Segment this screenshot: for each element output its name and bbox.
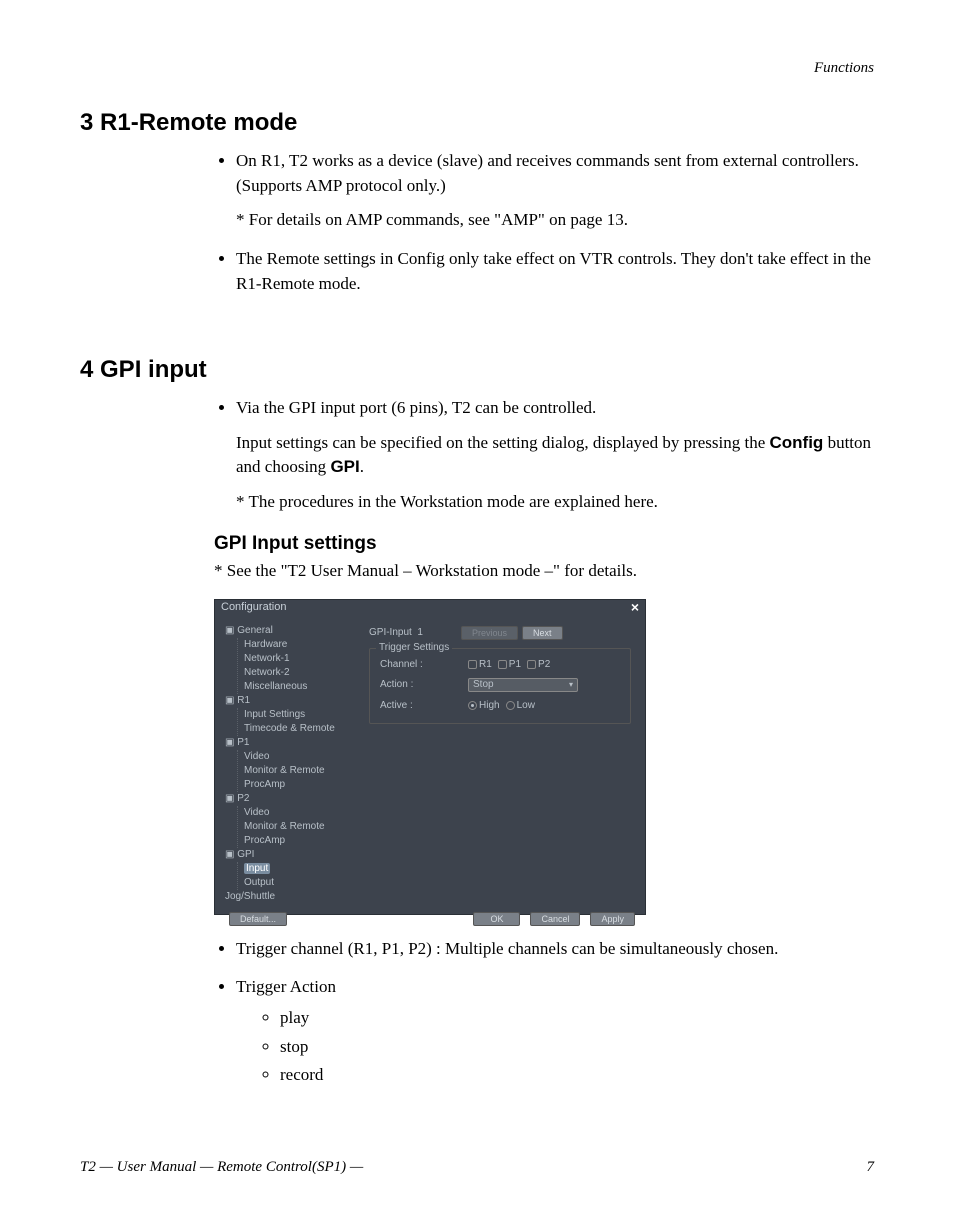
gpi-input-settings-heading: GPI Input settings [214, 533, 874, 555]
gpi-input-label: GPI-Input [369, 627, 412, 638]
chevron-down-icon: ▾ [569, 680, 573, 689]
trigger-form: GPI-Input 1 Previous Next Trigger Settin… [365, 624, 645, 904]
body-text: On R1, T2 works as a device (slave) and … [236, 151, 859, 195]
config-tree[interactable]: ▣ General Hardware Network-1 Network-2 M… [215, 624, 365, 904]
body-text: Trigger Action [236, 977, 336, 996]
after-dialog-list: Trigger channel (R1, P1, P2) : Multiple … [214, 937, 874, 1088]
tree-node-timecode[interactable]: Timecode & Remote [244, 722, 359, 736]
note-text: * For details on AMP commands, see "AMP"… [236, 208, 874, 233]
list-item: stop [280, 1035, 874, 1060]
tree-node-input-settings[interactable]: Input Settings [244, 708, 359, 722]
list-item: play [280, 1006, 874, 1031]
footer-left: T2 — User Manual — Remote Control(SP1) — [80, 1159, 363, 1176]
trigger-legend: Trigger Settings [376, 642, 452, 653]
close-icon[interactable]: × [631, 600, 639, 614]
text-run: . [360, 457, 364, 476]
tree-node-jog[interactable]: Jog/Shuttle [225, 890, 359, 904]
tree-node-p1-monitor[interactable]: Monitor & Remote [244, 764, 359, 778]
active-label: Active : [380, 700, 468, 711]
action-select[interactable]: Stop▾ [468, 678, 578, 692]
body-text: The Remote settings in Config only take … [236, 249, 871, 293]
next-button[interactable]: Next [522, 626, 563, 640]
tree-node-p1[interactable]: P1 [237, 737, 249, 748]
tree-node-gpi-input[interactable]: Input [244, 862, 359, 876]
tree-node-p2-procamp[interactable]: ProcAmp [244, 834, 359, 848]
list-item: The Remote settings in Config only take … [236, 247, 874, 296]
configuration-dialog: Configuration × ▣ General Hardware Netwo… [214, 599, 646, 915]
note-text: * The procedures in the Workstation mode… [236, 490, 874, 515]
note-text: * See the "T2 User Manual – Workstation … [214, 561, 874, 581]
section3-list: On R1, T2 works as a device (slave) and … [214, 149, 874, 296]
body-text: Trigger channel (R1, P1, P2) : Multiple … [236, 939, 778, 958]
gpi-ref: GPI [330, 457, 359, 476]
trigger-settings-group: Trigger Settings Channel : R1 P1 P2 Acti… [369, 648, 631, 724]
list-item: Trigger channel (R1, P1, P2) : Multiple … [236, 937, 874, 962]
tree-node-p2[interactable]: P2 [237, 793, 249, 804]
cancel-button[interactable]: Cancel [530, 912, 580, 926]
list-item: Trigger Action play stop record [236, 975, 874, 1088]
text-run: Input settings can be specified on the s… [236, 433, 770, 452]
tree-node-general[interactable]: General [237, 625, 273, 636]
active-low-radio[interactable]: Low [506, 700, 535, 711]
tree-node-network2[interactable]: Network-2 [244, 666, 359, 680]
list-item: record [280, 1063, 874, 1088]
tree-node-p1-procamp[interactable]: ProcAmp [244, 778, 359, 792]
dialog-titlebar: Configuration × [215, 600, 645, 614]
gpi-input-number: 1 [417, 627, 423, 638]
tree-node-p2-monitor[interactable]: Monitor & Remote [244, 820, 359, 834]
section4-list: Via the GPI input port (6 pins), T2 can … [214, 396, 874, 515]
action-label: Action : [380, 679, 468, 690]
tree-node-hardware[interactable]: Hardware [244, 638, 359, 652]
tree-node-network1[interactable]: Network-1 [244, 652, 359, 666]
previous-button: Previous [461, 626, 518, 640]
tree-node-p1-video[interactable]: Video [244, 750, 359, 764]
tree-node-p2-video[interactable]: Video [244, 806, 359, 820]
ok-button[interactable]: OK [473, 912, 520, 926]
list-item: Via the GPI input port (6 pins), T2 can … [236, 396, 874, 515]
apply-button[interactable]: Apply [590, 912, 635, 926]
section3-heading: 3 R1-Remote mode [80, 109, 874, 137]
channel-r1-checkbox[interactable]: R1 [468, 659, 492, 670]
body-text: Via the GPI input port (6 pins), T2 can … [236, 398, 596, 417]
tree-node-gpi[interactable]: GPI [237, 849, 254, 860]
section4-heading: 4 GPI input [80, 356, 874, 384]
tree-node-gpi-output[interactable]: Output [244, 876, 359, 890]
list-item: On R1, T2 works as a device (slave) and … [236, 149, 874, 233]
body-paragraph: Input settings can be specified on the s… [236, 431, 874, 480]
default-button[interactable]: Default... [229, 912, 287, 926]
channel-p2-checkbox[interactable]: P2 [527, 659, 550, 670]
active-high-radio[interactable]: High [468, 700, 500, 711]
tree-node-misc[interactable]: Miscellaneous [244, 680, 359, 694]
running-header: Functions [80, 60, 874, 77]
channel-p1-checkbox[interactable]: P1 [498, 659, 521, 670]
tree-node-r1[interactable]: R1 [237, 695, 250, 706]
channel-label: Channel : [380, 659, 468, 670]
dialog-title: Configuration [221, 601, 286, 613]
config-ref: Config [770, 433, 824, 452]
page-number: 7 [867, 1159, 875, 1176]
